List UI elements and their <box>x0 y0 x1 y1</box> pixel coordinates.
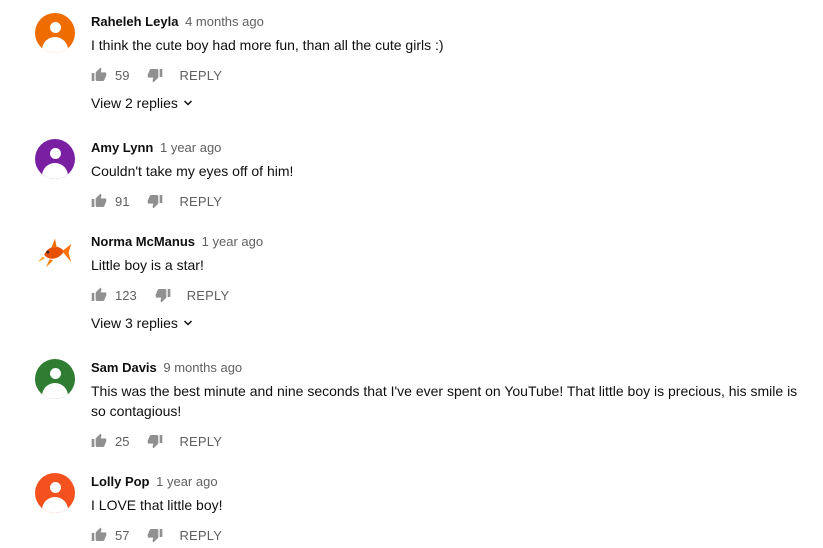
comment-body: Norma McManus 1 year ago Little boy is a… <box>91 233 815 333</box>
avatar[interactable] <box>35 233 75 273</box>
thumbs-down-icon[interactable] <box>147 67 163 83</box>
reply-button[interactable]: REPLY <box>187 288 230 303</box>
comment-actions: 25 REPLY <box>91 431 815 451</box>
avatar-head-shape <box>50 368 61 379</box>
view-replies-button[interactable]: View 2 replies <box>91 93 194 113</box>
thumbs-up-icon[interactable] <box>91 193 107 209</box>
comment-text: Couldn't take my eyes off of him! <box>91 163 294 179</box>
author-name[interactable]: Norma McManus <box>91 234 195 249</box>
reply-button[interactable]: REPLY <box>179 434 222 449</box>
comment-body: Raheleh Leyla 4 months ago I think the c… <box>91 13 815 113</box>
avatar-body-shape <box>42 37 68 53</box>
avatar-body-shape <box>42 497 68 513</box>
like-count: 123 <box>115 287 137 303</box>
comment-header: Norma McManus 1 year ago <box>91 233 815 251</box>
comment-header: Amy Lynn 1 year ago <box>91 139 815 157</box>
avatar-head-shape <box>50 482 61 493</box>
thumbs-up-icon[interactable] <box>91 67 107 83</box>
thumbs-down-icon[interactable] <box>147 527 163 543</box>
comment-text: I think the cute boy had more fun, than … <box>91 37 444 53</box>
avatar-body-shape <box>42 163 68 179</box>
author-name[interactable]: Lolly Pop <box>91 474 150 489</box>
thumbs-down-icon[interactable] <box>147 193 163 209</box>
comment-actions: 123 REPLY <box>91 285 815 305</box>
thumbs-down-icon[interactable] <box>147 433 163 449</box>
author-name[interactable]: Raheleh Leyla <box>91 14 178 29</box>
avatar[interactable] <box>35 13 75 53</box>
view-replies-button[interactable]: View 3 replies <box>91 313 194 333</box>
comment-text: I LOVE that little boy! <box>91 497 223 513</box>
comment-timestamp[interactable]: 1 year ago <box>160 140 221 155</box>
like-count: 25 <box>115 433 130 449</box>
view-replies-label: View 3 replies <box>91 315 178 331</box>
comment-body: Lolly Pop 1 year ago I LOVE that little … <box>91 473 815 545</box>
comment-body: Sam Davis 9 months ago This was the best… <box>91 359 815 451</box>
comment-actions: 57 REPLY <box>91 525 815 545</box>
comment-text: This was the best minute and nine second… <box>91 383 798 419</box>
avatar[interactable] <box>35 139 75 179</box>
author-name[interactable]: Amy Lynn <box>91 140 153 155</box>
comment-actions: 91 REPLY <box>91 191 815 211</box>
reply-button[interactable]: REPLY <box>179 194 222 209</box>
comment-timestamp[interactable]: 1 year ago <box>202 234 263 249</box>
comment-timestamp[interactable]: 4 months ago <box>185 14 264 29</box>
like-count: 57 <box>115 527 130 543</box>
thumbs-up-icon[interactable] <box>91 527 107 543</box>
reply-button[interactable]: REPLY <box>179 68 222 83</box>
view-replies-label: View 2 replies <box>91 95 178 111</box>
author-name[interactable]: Sam Davis <box>91 360 157 375</box>
thumbs-down-icon[interactable] <box>155 287 171 303</box>
comment-header: Raheleh Leyla 4 months ago <box>91 13 815 31</box>
avatar-head-shape <box>50 148 61 159</box>
comment-header: Sam Davis 9 months ago <box>91 359 815 377</box>
comment-timestamp[interactable]: 9 months ago <box>163 360 242 375</box>
thumbs-up-icon[interactable] <box>91 433 107 449</box>
chevron-down-icon <box>182 97 194 109</box>
comment-actions: 59 REPLY <box>91 65 815 85</box>
avatar[interactable] <box>35 473 75 513</box>
like-count: 91 <box>115 193 130 209</box>
comment-body: Amy Lynn 1 year ago Couldn't take my eye… <box>91 139 815 211</box>
comment-header: Lolly Pop 1 year ago <box>91 473 815 491</box>
thumbs-up-icon[interactable] <box>91 287 107 303</box>
avatar[interactable] <box>35 359 75 399</box>
goldfish-icon <box>37 235 73 273</box>
chevron-down-icon <box>182 317 194 329</box>
reply-button[interactable]: REPLY <box>179 528 222 543</box>
comment-timestamp[interactable]: 1 year ago <box>156 474 217 489</box>
avatar-head-shape <box>50 22 61 33</box>
like-count: 59 <box>115 67 130 83</box>
avatar-body-shape <box>42 383 68 399</box>
comment-text: Little boy is a star! <box>91 257 204 273</box>
